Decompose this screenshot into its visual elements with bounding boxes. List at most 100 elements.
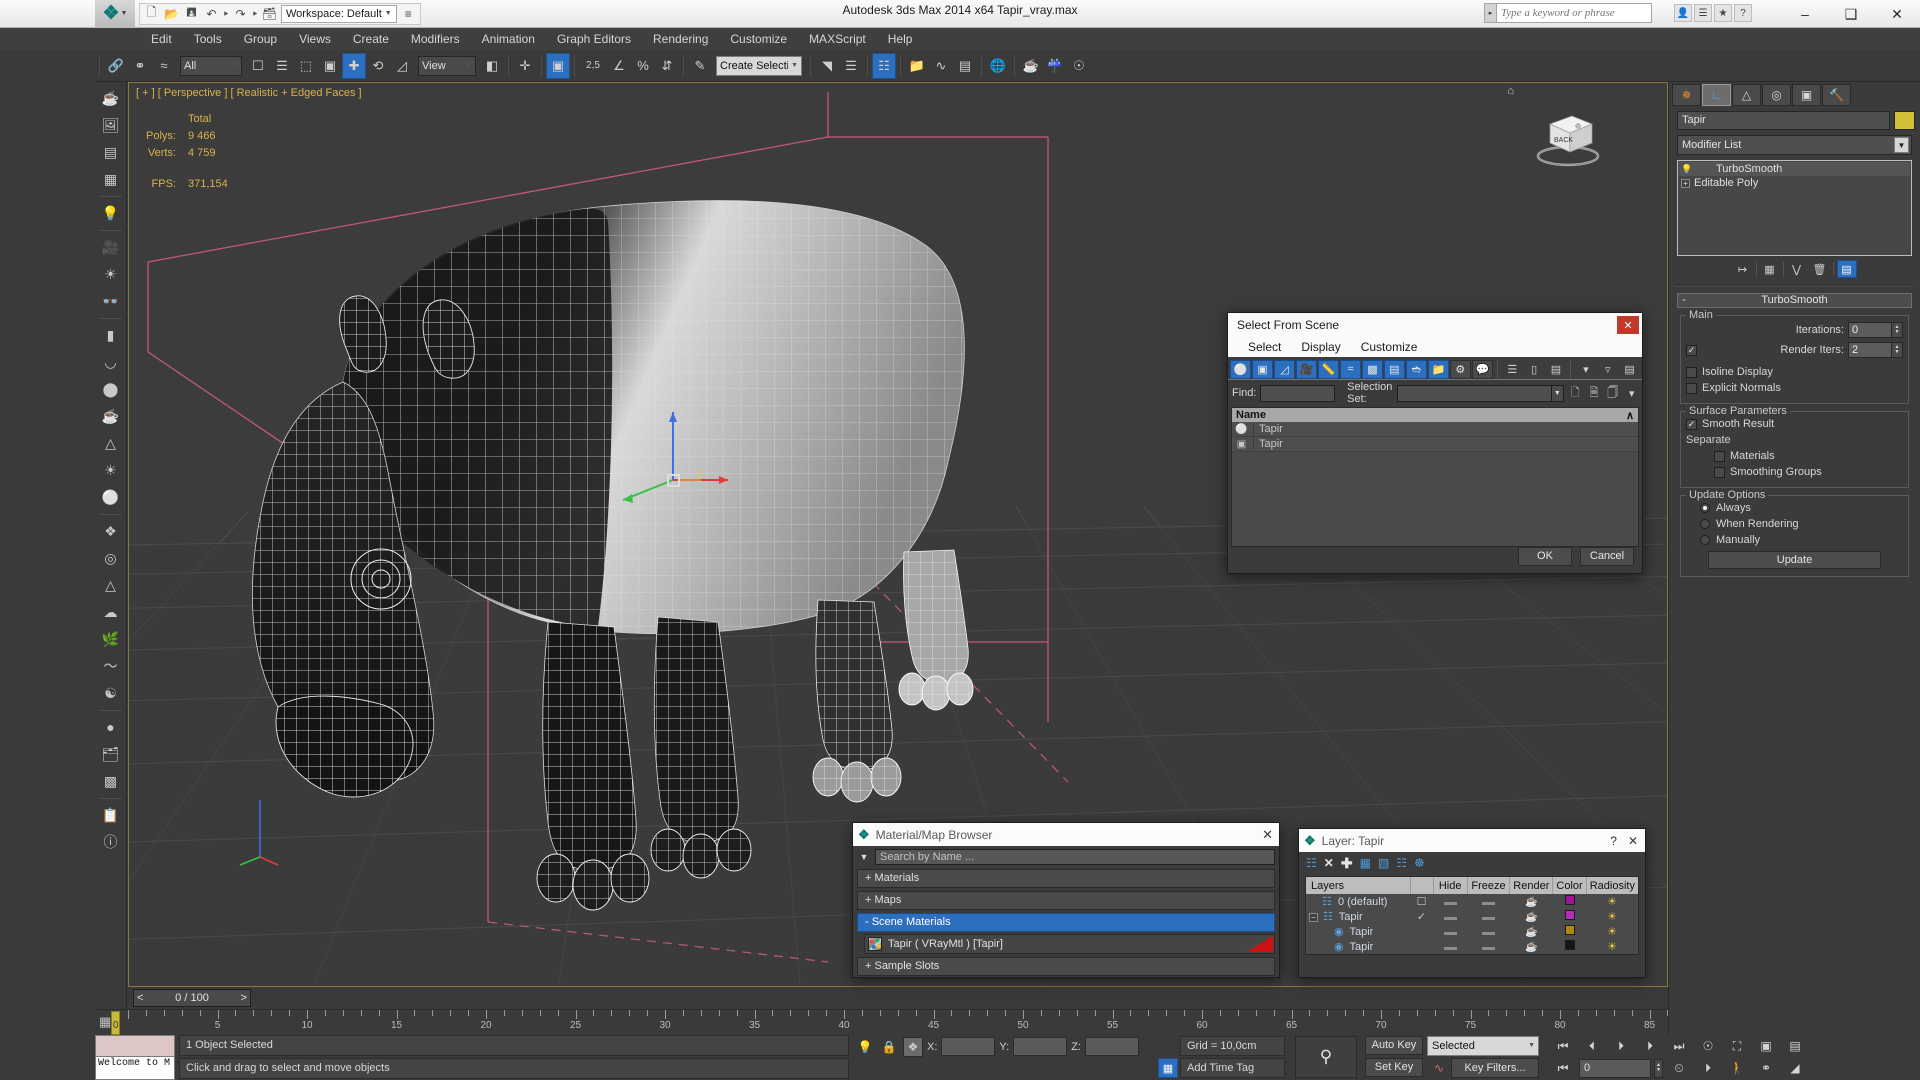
menu-views[interactable]: Views [288,28,342,50]
y-field[interactable] [1013,1037,1068,1056]
orbit-view-icon[interactable]: ⚭ [1753,1058,1779,1078]
show-end-result-icon[interactable]: ▦ [1760,260,1780,278]
angle-snap-icon[interactable]: ∠ [607,53,631,79]
help-star-icon[interactable]: ★ [1714,4,1732,22]
display-shapes-icon[interactable]: ▣ [1251,359,1273,379]
select-and-rotate-icon[interactable]: ⟲ [366,53,390,79]
object-name-input[interactable]: Tapir [1677,111,1890,130]
display-cameras-icon[interactable]: 🎥 [1295,359,1317,379]
maximize-viewport-toggle-icon[interactable]: ◢ [1782,1058,1808,1078]
hide-toggle[interactable] [1433,939,1467,954]
ok-button[interactable]: OK [1518,547,1572,566]
teapot-primitive-icon[interactable]: ☕ [98,403,124,429]
zoom-extents-all-icon[interactable]: ⛶ [1724,1036,1750,1056]
workspace-selector[interactable]: Workspace: Default ▼ [281,4,397,23]
add-selection-icon[interactable]: ✚ [1341,855,1353,872]
freeze-toggle[interactable] [1467,909,1510,924]
key-mode-toggle-icon[interactable]: ☉ [1695,1036,1721,1056]
explicit-normals-row[interactable]: Explicit Normals [1686,382,1903,394]
render-presets-icon[interactable]: ▦ [98,166,124,192]
display-none-icon[interactable]: 💬 [1471,359,1493,379]
undo-icon[interactable]: ↶ [203,5,220,22]
close-icon[interactable]: ✕ [1262,827,1273,843]
update-always-radio[interactable] [1700,503,1710,513]
app-logo-button[interactable]: ❖ ▼ [95,0,135,28]
vray-grass-icon[interactable]: 🌿 [98,626,124,652]
set-key-button[interactable]: Set Key [1365,1058,1423,1077]
hair-fur-icon[interactable]: 〜 [98,653,124,679]
rect-selection-region-icon[interactable]: ⬚ [294,53,318,79]
search-box[interactable]: ▸ [1484,3,1652,23]
update-when-rendering-radio[interactable] [1700,519,1710,529]
modifier-list-dropdown[interactable]: Modifier List ▼ [1677,135,1912,155]
maxscript-mini-listener[interactable]: Welcome to M [95,1035,175,1080]
filter-icon[interactable]: ▾ [1575,360,1596,379]
curve-editor-icon[interactable]: ∿ [929,53,953,79]
current-layer-toggle[interactable] [1410,924,1433,939]
close-icon[interactable]: ✕ [1628,834,1638,848]
selection-filter-combo[interactable]: All ▼ [180,55,242,76]
hide-toggle[interactable] [1433,924,1467,939]
menu-modifiers[interactable]: Modifiers [400,28,471,50]
key-filters-button[interactable]: Key Filters... [1451,1058,1539,1078]
display-xrefs-icon[interactable]: ▤ [1383,359,1405,379]
iterations-spinner[interactable]: ▲ ▼ [1892,322,1903,338]
next-frame-arrow[interactable]: > [241,992,247,1004]
col-render[interactable]: Render [1509,877,1554,894]
time-configuration-icon[interactable]: ⏲ [1666,1058,1692,1078]
maximize-button[interactable]: ❑ [1828,0,1874,28]
display-helpers-icon[interactable]: 📏 [1317,359,1339,379]
selection-set-input[interactable] [1396,384,1552,402]
modifier-stack-item-turbosmooth[interactable]: 💡 TurboSmooth [1679,162,1910,176]
col-freeze[interactable]: Freeze [1467,877,1511,894]
iterations-input[interactable]: 0 [1848,322,1892,338]
close-icon[interactable]: ✕ [1617,316,1639,334]
color-swatch[interactable] [1553,924,1586,939]
delete-layer-icon[interactable]: ✕ [1324,856,1334,870]
materials-checkbox[interactable] [1714,450,1725,462]
open-file-icon[interactable]: 📂 [163,5,180,22]
set-project-folder-icon[interactable]: 🗃 [261,5,278,22]
modifier-stack-list[interactable]: 💡 TurboSmooth + Editable Poly [1677,160,1912,256]
menu-help[interactable]: Help [877,28,924,50]
pin-stack-icon[interactable]: ↦ [1733,260,1753,278]
expand-all-icon[interactable]: ☰ [1502,360,1523,379]
vray-region-icon[interactable]: ▩ [98,768,124,794]
find-input[interactable] [1260,384,1336,402]
vray-ornatrix-icon[interactable]: ☯ [98,680,124,706]
current-layer-toggle[interactable]: ☐ [1410,894,1433,909]
highlight-selected-objects-icon[interactable]: ☷ [1396,856,1407,870]
group-scene-materials[interactable]: - Scene Materials [857,913,1275,932]
select-by-name-icon[interactable]: ☰ [270,53,294,79]
selection-list-combo[interactable]: Selected ▼ [1427,1036,1539,1056]
smooth-result-row[interactable]: ✓ Smooth Result [1686,418,1903,430]
stereo-camera-icon[interactable]: 👓 [98,288,124,314]
teapot-icon[interactable]: ☕ [98,85,124,111]
display-all-icon[interactable]: ⚙ [1449,359,1471,379]
menu-tools[interactable]: Tools [183,28,233,50]
dome-light-icon[interactable]: ⚪ [98,484,124,510]
render-iters-input[interactable]: 2 [1848,342,1892,358]
table-row[interactable]: ◉ Tapir ☕ ☀ [1306,939,1638,954]
absolute-relative-mode-icon[interactable]: ❖ [903,1036,923,1057]
advanced-filter-icon[interactable]: ▿ [1597,360,1618,379]
undo-dropdown-icon[interactable]: ‣ [222,5,229,22]
scene-object-list[interactable]: Name ∧ ⚪ Tapir ▣ Tapir [1231,407,1639,547]
radiosity-icon[interactable]: ☀ [1586,924,1638,939]
listener-input-pane[interactable]: Welcome to M [95,1057,175,1080]
chevron-down-icon[interactable]: ▼ [856,849,872,865]
display-containers-icon[interactable]: 📁 [1427,359,1449,379]
current-layer-toggle[interactable]: ✓ [1410,909,1433,924]
lightbulb-icon[interactable]: 💡 [1681,164,1692,175]
redo-icon[interactable]: ↷ [232,5,249,22]
table-row[interactable]: ◉ Tapir ☕ ☀ [1306,924,1638,939]
dome-primitive-icon[interactable]: ◡ [98,349,124,375]
pan-view-icon[interactable]: ⏵ [1695,1058,1721,1078]
render-setup-icon[interactable]: ☕ [1019,53,1043,79]
minimize-button[interactable]: – [1782,0,1828,28]
plane-primitive-icon[interactable]: ▮ [98,322,124,348]
menu-rendering[interactable]: Rendering [642,28,719,50]
menu-customize[interactable]: Customize [1351,340,1428,354]
isoline-display-checkbox[interactable] [1686,366,1697,378]
sort-ascending-icon[interactable]: ∧ [1626,409,1634,422]
